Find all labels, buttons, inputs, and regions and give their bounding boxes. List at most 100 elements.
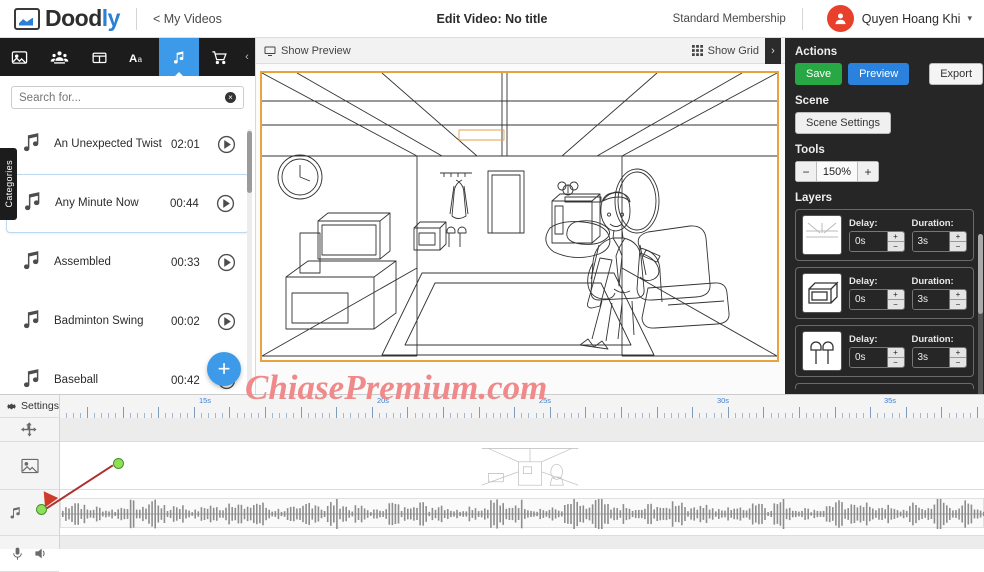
music-note-icon — [10, 506, 20, 519]
canvas-stage[interactable] — [260, 71, 779, 362]
list-item[interactable]: Badminton Swing 00:02 — [6, 292, 249, 351]
delay-decrement-button[interactable]: − — [887, 242, 904, 251]
zoom-out-button[interactable]: − — [795, 161, 817, 182]
my-videos-link[interactable]: < My Videos — [153, 12, 222, 26]
tab-text[interactable]: Aa — [119, 38, 159, 76]
username-label[interactable]: Quyen Hoang Khi — [862, 12, 961, 26]
duration-increment-button[interactable]: + — [950, 348, 966, 358]
layer-card[interactable]: Delay: 0s +− Duration: 3s +− — [795, 209, 974, 261]
duration-increment-button[interactable]: + — [950, 232, 966, 242]
show-preview-button[interactable]: Show Preview — [264, 45, 351, 57]
timeline-image-lane[interactable] — [60, 442, 984, 490]
layer-card[interactable]: Delay: 0s +− Duration: 3s +− — [795, 325, 974, 377]
timeline-ruler[interactable]: 15s 20s 25s 30s 35s — [60, 395, 984, 418]
layer-delay-field: Delay: 0s + − — [849, 276, 905, 310]
tab-music[interactable] — [159, 38, 200, 76]
layer-delay-spin[interactable]: + − — [886, 232, 904, 251]
duration-decrement-button[interactable]: − — [950, 242, 966, 251]
save-button[interactable]: Save — [795, 63, 843, 85]
timeline-voice-row-header[interactable] — [0, 536, 59, 572]
list-item[interactable]: An Unexpected Twist 02:01 — [6, 115, 249, 174]
duration-decrement-button[interactable]: − — [950, 300, 966, 309]
search-box[interactable]: × — [11, 86, 244, 109]
ruler-tick-major — [727, 407, 729, 418]
list-item[interactable]: Any Minute Now 00:44 — [6, 174, 249, 233]
timeline-voice-lane[interactable] — [60, 536, 984, 549]
ruler-tick-major — [229, 407, 231, 418]
delay-increment-button[interactable]: + — [887, 290, 904, 300]
play-button[interactable] — [213, 253, 239, 272]
zoom-in-button[interactable]: + — [857, 161, 879, 182]
clear-search-icon[interactable]: × — [225, 92, 236, 103]
layer-delay-stepper[interactable]: 0s + − — [849, 347, 905, 368]
delay-decrement-button[interactable]: − — [887, 300, 904, 309]
delay-increment-button[interactable]: + — [887, 232, 904, 242]
layer-duration-value[interactable]: 3s — [912, 232, 949, 251]
timeline-settings-label: Settings — [21, 400, 59, 412]
audio-waveform[interactable] — [60, 496, 984, 532]
layer-duration-spin[interactable]: + − — [949, 232, 966, 251]
layer-delay-spin[interactable]: + − — [886, 348, 904, 367]
layer-delay-stepper[interactable]: 0s + − — [849, 289, 905, 310]
layer-duration-stepper[interactable]: 3s + − — [911, 231, 967, 252]
chevron-down-icon[interactable]: ▾ — [967, 13, 972, 24]
scene-heading: Scene — [795, 95, 829, 107]
layer-delay-stepper[interactable]: 0s + − — [849, 231, 905, 252]
ruler-tick-major — [941, 407, 943, 418]
tab-characters[interactable] — [40, 38, 80, 76]
layers-scrollbar-thumb[interactable] — [978, 234, 983, 314]
layer-duration-value[interactable]: 3s — [912, 348, 949, 367]
layer-duration-stepper[interactable]: 3s + − — [911, 289, 967, 310]
layer-duration-value[interactable]: 3s — [912, 290, 949, 309]
export-button[interactable]: Export — [929, 63, 983, 85]
microwave-thumb-icon[interactable] — [802, 273, 842, 313]
layer-delay-value[interactable]: 0s — [850, 290, 887, 309]
timeline-image-row-header[interactable] — [0, 442, 59, 490]
search-input[interactable] — [19, 91, 225, 104]
tab-scenes[interactable] — [0, 38, 40, 76]
ruler-tick-major — [585, 407, 587, 418]
list-item-duration: 00:02 — [171, 315, 200, 328]
library-scrollbar-thumb[interactable] — [247, 131, 252, 193]
timeline-scrub-lane[interactable] — [60, 418, 984, 442]
layer-card[interactable]: Delay: 0s +− Duration: 3s +− — [795, 267, 974, 319]
scene-clip-thumbnail[interactable] — [480, 444, 580, 488]
preview-button[interactable]: Preview — [848, 63, 910, 85]
delay-increment-button[interactable]: + — [887, 348, 904, 358]
delay-decrement-button[interactable]: − — [887, 358, 904, 367]
svg-text:a: a — [138, 54, 143, 63]
timeline-move-handle[interactable] — [0, 418, 59, 442]
play-button[interactable] — [213, 135, 239, 154]
play-button[interactable] — [213, 312, 239, 331]
list-item[interactable]: Assembled 00:33 — [6, 233, 249, 292]
timeline-settings-button[interactable]: Settings — [0, 395, 59, 418]
dumbbell-thumb-icon[interactable] — [802, 331, 842, 371]
layer-delay-spin[interactable]: + − — [886, 290, 904, 309]
timeline-music-lane[interactable] — [60, 490, 984, 536]
add-button[interactable]: + — [207, 352, 241, 386]
avatar[interactable] — [826, 5, 854, 32]
ceiling-thumb-icon[interactable] — [802, 215, 842, 255]
play-button[interactable] — [212, 194, 238, 213]
duration-increment-button[interactable]: + — [950, 290, 966, 300]
layer-duration-stepper[interactable]: 3s + − — [911, 347, 967, 368]
layer-duration-spin[interactable]: + − — [949, 290, 966, 309]
show-grid-button[interactable]: Show Grid — [691, 45, 759, 57]
collapse-library-icon[interactable]: ‹ — [239, 38, 255, 76]
ruler-label: 15s — [198, 396, 212, 405]
layer-duration-spin[interactable]: + − — [949, 348, 966, 367]
duration-decrement-button[interactable]: − — [950, 358, 966, 367]
doodly-logo[interactable]: Doodly — [0, 5, 120, 32]
tab-props[interactable] — [80, 38, 120, 76]
categories-tab[interactable]: Categories — [0, 148, 17, 220]
scene-settings-button[interactable]: Scene Settings — [795, 112, 891, 134]
collapse-right-panel-icon[interactable]: › — [765, 37, 781, 64]
ruler-tick-major — [158, 407, 160, 418]
keyframe-marker[interactable] — [113, 458, 124, 469]
layer-delay-value[interactable]: 0s — [850, 232, 887, 251]
layer-card[interactable]: Delay: 0s +− Duration: 3s +− — [795, 383, 974, 389]
tab-cart[interactable] — [199, 38, 239, 76]
layer-delay-value[interactable]: 0s — [850, 348, 887, 367]
ruler-tick-major — [265, 407, 266, 418]
show-preview-label: Show Preview — [281, 44, 351, 57]
